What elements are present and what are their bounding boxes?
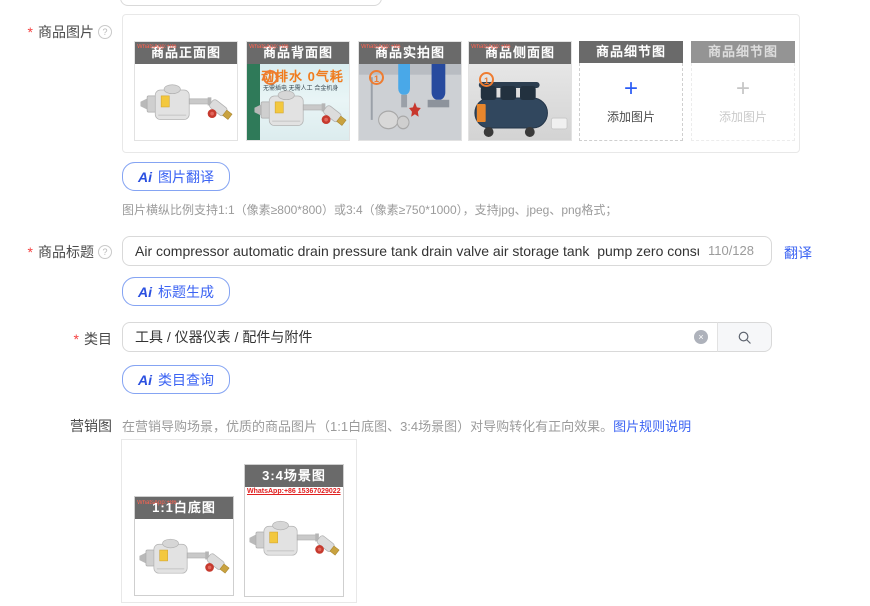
drain-valve-product-image [253,82,349,138]
product-title-field: 110/128 [122,236,772,266]
drain-valve-product-image [138,531,232,585]
category-search-button[interactable] [717,322,772,352]
callout-badge-icon: 1 [479,72,494,87]
help-icon[interactable]: ? [98,25,112,39]
add-detail-image-cell-disabled: 商品细节图 + 添加图片 [691,41,795,141]
required-asterisk: * [27,244,33,260]
marketing-images-panel: WhatsApp:+86 15367029022 1:1白底图 3:4场景图 W… [121,439,357,603]
watermark-text: WhatsApp:+86 15367029022 [249,44,291,50]
translate-link[interactable]: 翻译 [784,243,812,263]
search-icon [738,331,751,344]
ai-logo-icon: Ai [138,168,152,185]
required-asterisk: * [73,331,79,347]
watermark-text: WhatsApp:+86 15367029022 [471,44,513,50]
category-field: × [122,322,718,352]
marketing-image-1x1[interactable]: WhatsApp:+86 15367029022 1:1白底图 [134,496,234,596]
category-label: * 类目 [0,329,112,349]
drain-valve-product-image [139,76,235,132]
drain-valve-product-image [248,513,342,567]
category-input[interactable] [122,322,718,352]
product-images-panel: WhatsApp:+86 15367029022 商品正面图 WhatsApp:… [122,14,800,153]
plus-icon: + [735,75,750,102]
add-image-label: 添加图片 [718,110,767,124]
image-caption: 商品细节图 [579,41,683,63]
ai-category-query-button[interactable]: Ai 类目查询 [122,365,230,394]
product-image-back[interactable]: WhatsApp:+86 15367029022 商品背面图 动排水 0气耗 无… [246,41,350,141]
product-image-realshot[interactable]: WhatsApp:+86 15367029022 商品实拍图 1 [358,41,462,141]
category-label-text: 类目 [84,331,112,347]
product-image-front[interactable]: WhatsApp:+86 15367029022 商品正面图 [134,41,238,141]
image-requirements-hint: 图片横纵比例支持1:1（像素≥800*800）或3:4（像素≥750*1000）… [122,203,618,217]
product-title-label: * 商品标题 ? [0,242,112,262]
ai-title-generate-label: 标题生成 [158,283,214,300]
help-icon[interactable]: ? [98,245,112,259]
product-image-side[interactable]: WhatsApp:+86 15367029022 商品侧面图 1 [468,41,572,141]
ai-logo-icon: Ai [138,283,152,300]
callout-badge-icon: 1 [369,70,384,85]
marketing-description-text: 在营销导购场景，优质的商品图片（1:1白底图、3:4场景图）对导购转化有正向效果… [122,419,614,434]
watermark-text: WhatsApp:+86 15367029022 [137,500,179,506]
add-image-dropzone-disabled: + 添加图片 [691,63,795,141]
add-detail-image-cell[interactable]: 商品细节图 + 添加图片 [579,41,683,141]
product-title-label-text: 商品标题 [38,244,94,260]
ai-image-translate-button[interactable]: Ai 图片翻译 [122,162,230,191]
callout-badge-icon: 1 [263,70,278,85]
add-image-dropzone[interactable]: + 添加图片 [579,63,683,141]
clear-icon[interactable]: × [694,330,708,344]
ai-title-generate-button[interactable]: Ai 标题生成 [122,277,230,306]
marketing-image-3x4[interactable]: 3:4场景图 WhatsApp:+86 15367029022 [244,464,344,597]
required-asterisk: * [27,24,33,40]
ai-image-translate-label: 图片翻译 [158,168,214,185]
watermark-text: WhatsApp:+86 15367029022 [361,44,403,50]
image-rules-link[interactable]: 图片规则说明 [613,419,691,434]
image-caption: 商品细节图 [691,41,795,63]
truncated-input-above[interactable] [120,0,382,6]
plus-icon: + [623,75,638,102]
watermark-text: WhatsApp:+86 15367029022 [137,44,179,50]
watermark-text: WhatsApp:+86 15367029022 [247,488,341,495]
char-counter: 110/128 [707,243,754,258]
product-images-label: * 商品图片 ? [0,22,112,42]
ai-logo-icon: Ai [138,371,152,388]
product-title-input[interactable] [122,236,772,266]
product-images-label-text: 商品图片 [38,24,94,40]
marketing-description: 在营销导购场景，优质的商品图片（1:1白底图、3:4场景图）对导购转化有正向效果… [122,416,691,435]
ai-category-query-label: 类目查询 [158,371,214,388]
add-image-label: 添加图片 [606,110,655,124]
product-edit-form: * 商品图片 ? WhatsApp:+86 15367029022 商品正面图 … [0,0,870,606]
marketing-label-text: 营销图 [70,418,112,434]
image-caption: 3:4场景图 [245,465,343,487]
marketing-label: 营销图 [0,416,112,436]
